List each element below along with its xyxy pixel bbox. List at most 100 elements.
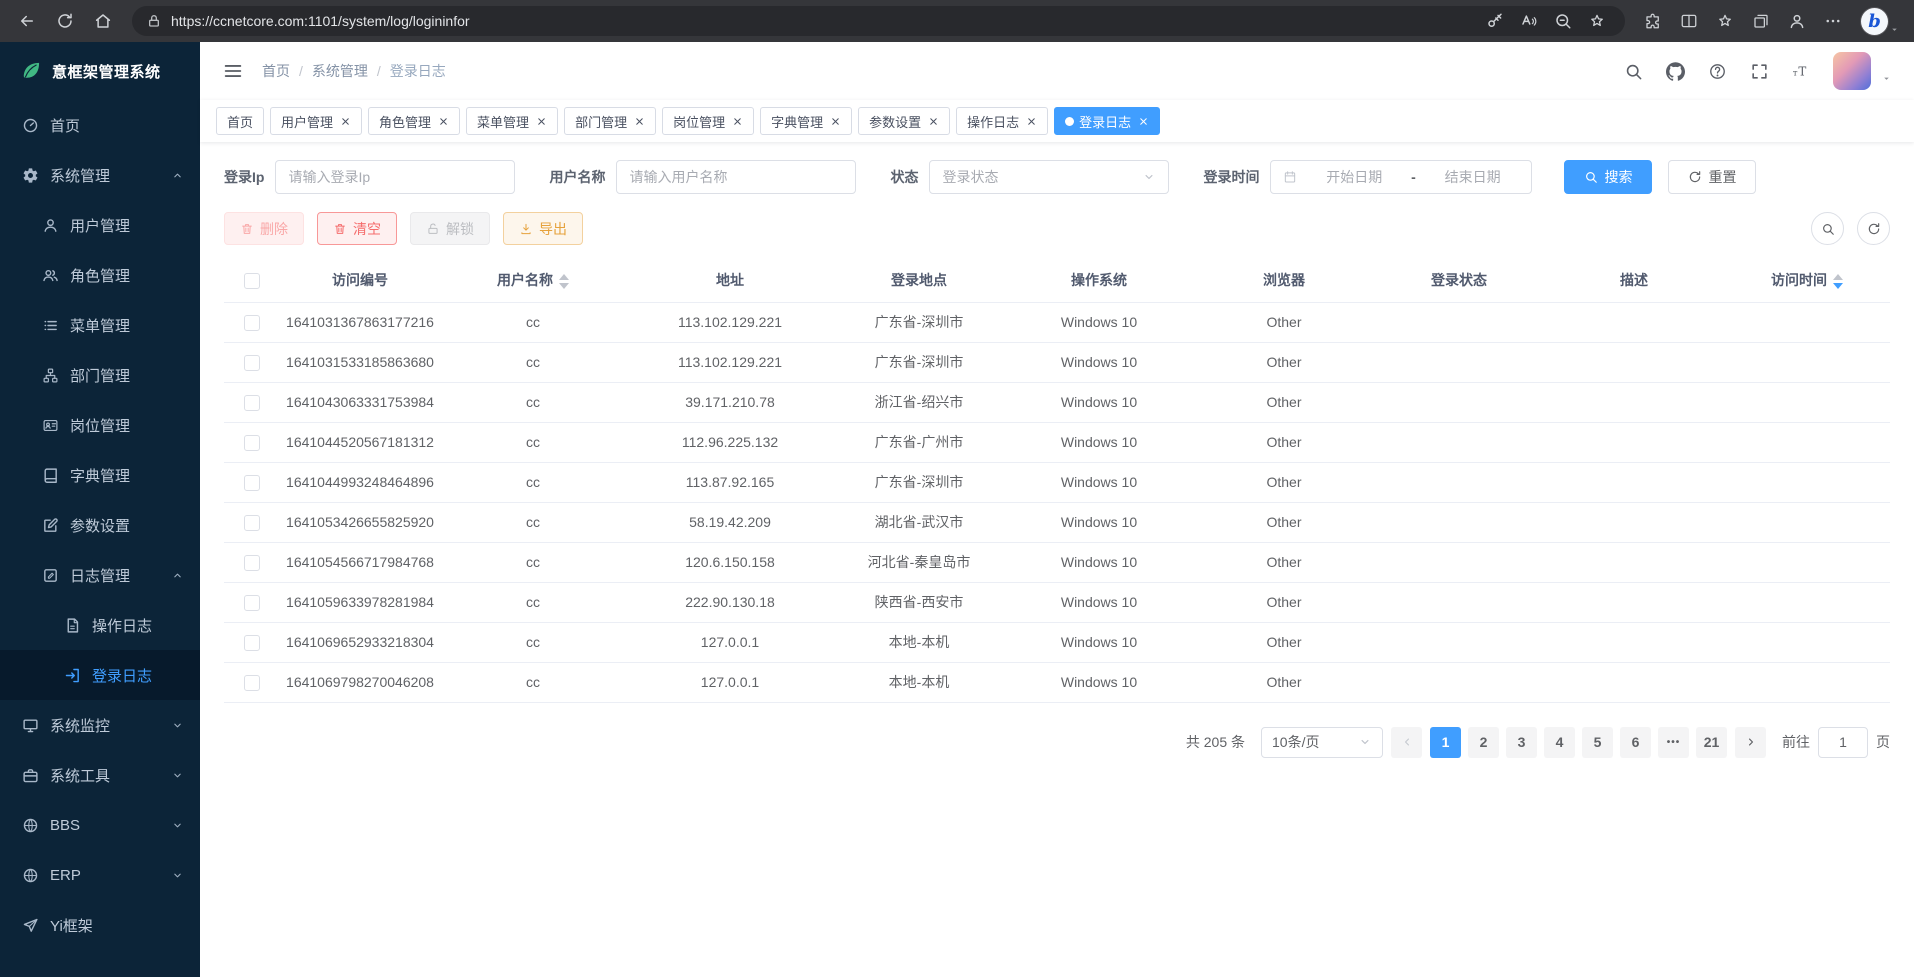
close-icon[interactable] [634,116,645,127]
close-icon[interactable] [732,116,743,127]
collections-button[interactable] [1745,5,1777,37]
tab-岗位管理[interactable]: 岗位管理 [662,107,754,135]
sidebar-item-dict[interactable]: 字典管理 [0,450,200,500]
key-button[interactable] [1481,8,1509,34]
next-page-button[interactable] [1735,727,1766,758]
row-checkbox[interactable] [244,475,260,491]
page-button-4[interactable]: 4 [1544,727,1575,758]
tab-用户管理[interactable]: 用户管理 [270,107,362,135]
close-icon[interactable] [1026,116,1037,127]
sidebar-item-bbs[interactable]: BBS [0,800,200,850]
more-pages-button[interactable]: ••• [1658,727,1689,758]
breadcrumb-item[interactable]: 系统管理 [312,61,368,81]
zoom-out-button[interactable] [1549,8,1577,34]
select-all-checkbox[interactable] [244,273,260,289]
sort-desc-icon[interactable] [1833,283,1843,289]
row-checkbox[interactable] [244,515,260,531]
home-button[interactable] [86,5,120,37]
sort-icons[interactable] [559,274,569,289]
goto-page-input[interactable] [1818,727,1868,758]
sidebar-item-home[interactable]: 首页 [0,100,200,150]
chevron-down-icon[interactable] [1881,73,1892,84]
breadcrumb-item[interactable]: 首页 [262,61,290,81]
login-time-range-picker[interactable]: 开始日期 - 结束日期 [1270,160,1532,194]
sidebar-item-monitor[interactable]: 系统监控 [0,700,200,750]
login-ip-input[interactable] [275,160,515,194]
more-button[interactable] [1817,5,1849,37]
column-header-time[interactable]: 访问时间 [1724,259,1890,302]
tab-菜单管理[interactable]: 菜单管理 [466,107,558,135]
status-select[interactable]: 登录状态 [929,160,1169,194]
close-icon[interactable] [536,116,547,127]
browser-address-bar[interactable]: https://ccnetcore.com:1101/system/log/lo… [132,6,1625,36]
row-checkbox[interactable] [244,555,260,571]
page-button-6[interactable]: 6 [1620,727,1651,758]
sidebar-item-param[interactable]: 参数设置 [0,500,200,550]
favorite-add-button[interactable] [1583,8,1611,34]
chevron-down-icon[interactable] [1889,24,1900,35]
row-checkbox[interactable] [244,595,260,611]
sort-desc-icon[interactable] [559,283,569,289]
sidebar-item-erp[interactable]: ERP [0,850,200,900]
question-button[interactable] [1701,55,1733,87]
sidebar-item-system[interactable]: 系统管理 [0,150,200,200]
sidebar-item-role[interactable]: 角色管理 [0,250,200,300]
tab-登录日志[interactable]: 登录日志 [1054,107,1160,135]
search-button[interactable] [1617,55,1649,87]
row-checkbox[interactable] [244,675,260,691]
sidebar-item-yi[interactable]: Yi框架 [0,900,200,950]
tab-字典管理[interactable]: 字典管理 [760,107,852,135]
sidebar-item-dept[interactable]: 部门管理 [0,350,200,400]
reset-button[interactable]: 重置 [1668,160,1756,194]
sidebar-toggle-button[interactable] [222,60,244,82]
split-screen-button[interactable] [1673,5,1705,37]
delete-button[interactable]: 删除 [224,212,304,245]
prev-page-button[interactable] [1391,727,1422,758]
row-checkbox[interactable] [244,435,260,451]
close-icon[interactable] [928,116,939,127]
tab-参数设置[interactable]: 参数设置 [858,107,950,135]
search-button[interactable]: 搜索 [1564,160,1652,194]
unlock-button[interactable]: 解锁 [410,212,490,245]
star-button[interactable] [1709,5,1741,37]
row-checkbox[interactable] [244,395,260,411]
sort-asc-icon[interactable] [1833,274,1843,280]
tab-部门管理[interactable]: 部门管理 [564,107,656,135]
user-avatar[interactable] [1833,52,1871,90]
column-header-user[interactable]: 用户名称 [440,259,626,302]
sidebar-item-post[interactable]: 岗位管理 [0,400,200,450]
sort-icons[interactable] [1833,274,1843,289]
sidebar-item-user[interactable]: 用户管理 [0,200,200,250]
sidebar-item-loginlog[interactable]: 登录日志 [0,650,200,700]
tab-首页[interactable]: 首页 [216,107,264,135]
sidebar-item-logmgr[interactable]: 日志管理 [0,550,200,600]
extensions-button[interactable] [1637,5,1669,37]
page-button-21[interactable]: 21 [1696,727,1727,758]
page-button-1[interactable]: 1 [1430,727,1461,758]
export-button[interactable]: 导出 [503,212,583,245]
font-size-button[interactable]: тT [1785,55,1817,87]
clear-button[interactable]: 清空 [317,212,397,245]
close-icon[interactable] [1138,116,1149,127]
bing-button[interactable]: b [1861,8,1888,35]
page-size-select[interactable]: 10条/页 [1261,727,1383,758]
row-checkbox[interactable] [244,355,260,371]
tab-操作日志[interactable]: 操作日志 [956,107,1048,135]
close-icon[interactable] [830,116,841,127]
sidebar-item-menu[interactable]: 菜单管理 [0,300,200,350]
user-name-input[interactable] [616,160,856,194]
close-icon[interactable] [340,116,351,127]
row-checkbox[interactable] [244,315,260,331]
profile-button[interactable] [1781,5,1813,37]
page-button-5[interactable]: 5 [1582,727,1613,758]
sidebar-item-operlog[interactable]: 操作日志 [0,600,200,650]
close-icon[interactable] [438,116,449,127]
sidebar-item-tool[interactable]: 系统工具 [0,750,200,800]
arrow-left-button[interactable] [10,5,44,37]
sort-asc-icon[interactable] [559,274,569,280]
tab-角色管理[interactable]: 角色管理 [368,107,460,135]
fullscreen-button[interactable] [1743,55,1775,87]
reload-button[interactable] [48,5,82,37]
read-aloud-button[interactable] [1515,8,1543,34]
github-button[interactable] [1659,55,1691,87]
